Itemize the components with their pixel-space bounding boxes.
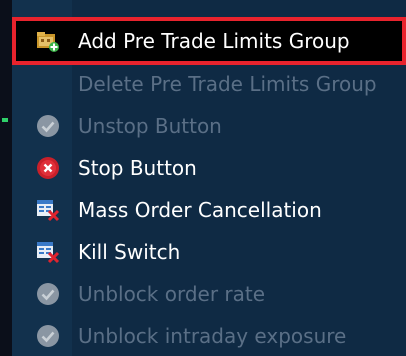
menu-item-label: Unblock intraday exposure	[78, 324, 347, 348]
menu-item-label: Stop Button	[78, 156, 197, 180]
context-menu: Add Pre Trade Limits Group Delete Pre Tr…	[12, 0, 406, 356]
table-cancel-icon	[36, 198, 60, 222]
menu-item-label: Mass Order Cancellation	[78, 198, 322, 222]
menu-item-label: Delete Pre Trade Limits Group	[78, 72, 377, 96]
empty-icon-slot	[36, 72, 60, 96]
check-circle-icon	[36, 114, 60, 138]
menu-item-unblock-order-rate[interactable]: Unblock order rate	[18, 273, 402, 315]
stop-x-icon	[36, 156, 60, 180]
menu-item-stop-button[interactable]: Stop Button	[18, 147, 402, 189]
menu-item-add-pre-trade-limits-group[interactable]: Add Pre Trade Limits Group	[12, 17, 406, 65]
menu-item-mass-order-cancellation[interactable]: Mass Order Cancellation	[18, 189, 402, 231]
menu-item-label: Unstop Button	[78, 114, 222, 138]
menu-item-label: Unblock order rate	[78, 282, 266, 306]
menu-item-delete-pre-trade-limits-group[interactable]: Delete Pre Trade Limits Group	[18, 63, 402, 105]
menu-item-unblock-intraday-exposure[interactable]: Unblock intraday exposure	[18, 315, 402, 356]
menu-item-label: Add Pre Trade Limits Group	[78, 29, 350, 53]
background-window-edge	[0, 0, 12, 356]
check-circle-icon	[36, 324, 60, 348]
menu-item-label: Kill Switch	[78, 240, 181, 264]
check-circle-icon	[36, 282, 60, 306]
green-tick-mark	[2, 118, 8, 122]
menu-item-unstop-button[interactable]: Unstop Button	[18, 105, 402, 147]
folder-add-icon	[36, 29, 60, 53]
menu-item-kill-switch[interactable]: Kill Switch	[18, 231, 402, 273]
table-cancel-icon	[36, 240, 60, 264]
